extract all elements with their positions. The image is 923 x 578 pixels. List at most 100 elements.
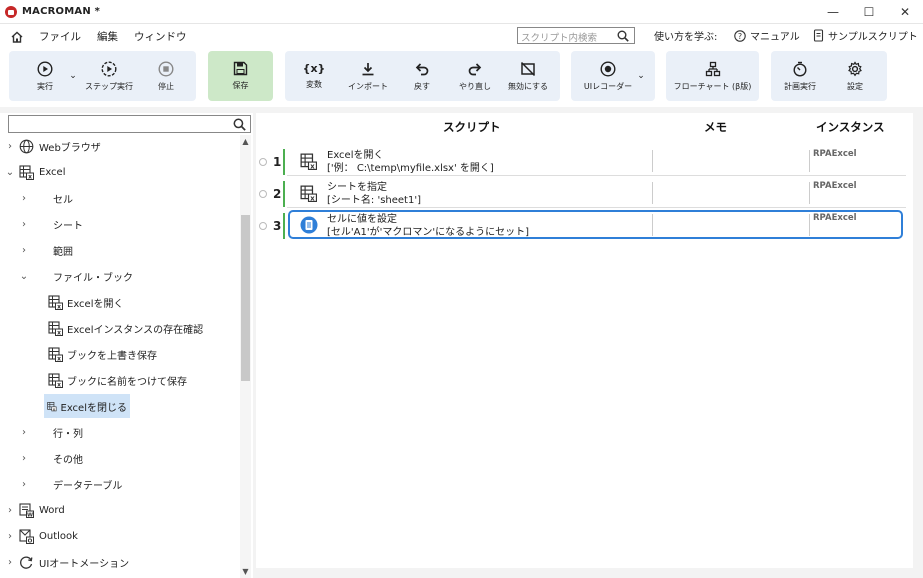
- tree-item-label: セル: [53, 194, 73, 206]
- gear-icon: [848, 60, 862, 76]
- stop-button[interactable]: 停止: [143, 51, 189, 101]
- chevron-right-icon[interactable]: ›: [19, 453, 29, 464]
- maximize-button[interactable]: ☐: [851, 0, 887, 24]
- chevron-right-icon[interactable]: ›: [5, 557, 15, 568]
- svg-text:x: x: [57, 329, 61, 336]
- minimize-button[interactable]: —: [815, 0, 851, 24]
- tree-item-range[interactable]: › 範囲: [19, 238, 73, 262]
- tree-item-overwrite-save[interactable]: x ブックを上書き保存: [45, 342, 160, 366]
- tree-item-label: Excelインスタンスの存在確認: [67, 324, 204, 336]
- variables-label: 変数: [306, 80, 322, 89]
- toolbar: 実行 ⌄ ステップ実行 停止 保存 {x} 変数 インポート 戻す やり直し 無…: [0, 49, 923, 107]
- ui-recorder-button[interactable]: UIレコーダー: [578, 51, 638, 101]
- svg-text:x: x: [310, 162, 315, 170]
- action-search-input[interactable]: [8, 115, 251, 133]
- row-handle-icon[interactable]: [259, 190, 267, 198]
- redo-button[interactable]: やり直し: [453, 51, 497, 101]
- row-number: 2: [273, 187, 282, 201]
- flowchart-button[interactable]: フローチャート (β版): [668, 51, 757, 101]
- step-run-button[interactable]: ステップ実行: [80, 51, 138, 101]
- save-button[interactable]: 保存: [208, 51, 273, 101]
- home-icon[interactable]: [10, 30, 24, 44]
- tree-item-outlook[interactable]: › O Outlook: [5, 524, 78, 548]
- chevron-right-icon[interactable]: ›: [19, 219, 29, 230]
- learn-label: 使い方を学ぶ:: [654, 32, 718, 43]
- disable-label: 無効にする: [507, 81, 549, 91]
- tree-item-ui-automation[interactable]: › UIオートメーション: [5, 550, 129, 574]
- tree-item-word[interactable]: › W Word: [5, 498, 65, 522]
- svg-text:x: x: [57, 355, 61, 362]
- manual-link[interactable]: ? マニュアル: [734, 28, 800, 43]
- tree-item-sheet[interactable]: › シート: [19, 212, 83, 236]
- flowchart-icon: [705, 61, 720, 76]
- close-button[interactable]: ✕: [887, 0, 923, 24]
- svg-text:O: O: [28, 538, 33, 544]
- svg-text:x: x: [28, 173, 32, 180]
- document-icon: [300, 216, 318, 234]
- script-row-selected[interactable]: 3 セルに値を設定 [セル'A1'が'マクロマン'になるようにセット] RPAE…: [256, 210, 906, 240]
- chevron-down-icon[interactable]: ⌄: [19, 271, 29, 282]
- variables-button[interactable]: {x} 変数: [290, 51, 338, 101]
- stop-label: 停止: [158, 81, 174, 91]
- tree-item-row-column[interactable]: › 行・列: [19, 420, 83, 444]
- tree-item-label: 範囲: [53, 246, 73, 258]
- tree-item-label: Excelを開く: [67, 298, 124, 310]
- recorder-chevron-down-icon: ⌄: [637, 71, 645, 81]
- undo-button[interactable]: 戻す: [400, 51, 444, 101]
- chevron-right-icon[interactable]: ›: [19, 427, 29, 438]
- script-row[interactable]: 2 x シートを指定 [シート名: 'sheet1'] RPAExcel: [256, 178, 906, 208]
- chevron-right-icon[interactable]: ›: [5, 505, 15, 516]
- tree-item-excel-instance-check[interactable]: x Excelインスタンスの存在確認: [45, 316, 206, 340]
- chevron-right-icon[interactable]: ›: [19, 479, 29, 490]
- action-tree-scrollbar[interactable]: ▲ ▼: [240, 135, 251, 578]
- row-instance: RPAExcel: [813, 181, 857, 191]
- tree-item-file-book[interactable]: ⌄ ファイル・ブック: [19, 264, 133, 288]
- tree-item-close-excel[interactable]: x Excelを閉じる: [44, 394, 130, 418]
- tree-item-cell[interactable]: › セル: [19, 186, 73, 210]
- recorder-dropdown[interactable]: ⌄: [634, 51, 648, 101]
- tree-item-other[interactable]: › その他: [19, 446, 83, 470]
- ui-automation-icon: [20, 555, 33, 569]
- search-icon[interactable]: [617, 30, 629, 42]
- tree-item-excel[interactable]: ⌄ x Excel: [5, 160, 66, 184]
- import-button[interactable]: インポート: [342, 51, 394, 101]
- script-row[interactable]: 1 x Excelを開く ['例： C:\temp\myfile.xlsx' を…: [256, 146, 906, 176]
- scrollbar-thumb[interactable]: [241, 215, 250, 381]
- disable-button[interactable]: 無効にする: [504, 51, 552, 101]
- chevron-right-icon[interactable]: ›: [19, 245, 29, 256]
- script-search-input[interactable]: スクリプト内検索: [517, 27, 635, 44]
- row-status-bar: [283, 181, 285, 207]
- menu-edit[interactable]: 編集: [97, 29, 118, 44]
- run-dropdown[interactable]: ⌄: [66, 51, 80, 101]
- menu-window[interactable]: ウィンドウ: [134, 29, 187, 44]
- row-handle-icon[interactable]: [259, 222, 267, 230]
- excel-icon: x: [300, 153, 317, 170]
- timer-icon: [793, 61, 807, 77]
- tree-item-label: その他: [53, 454, 83, 466]
- tree-item-open-excel[interactable]: x Excelを開く: [45, 290, 127, 314]
- run-button[interactable]: 実行: [20, 51, 70, 101]
- scroll-down-icon[interactable]: ▼: [240, 567, 251, 576]
- play-icon: [37, 60, 53, 77]
- sample-script-link[interactable]: サンプルスクリプト: [813, 28, 918, 43]
- schedule-button[interactable]: 計画実行: [775, 51, 825, 101]
- settings-button[interactable]: 設定: [833, 51, 877, 101]
- chevron-right-icon[interactable]: ›: [5, 141, 15, 152]
- chevron-right-icon[interactable]: ›: [19, 193, 29, 204]
- action-search-icon[interactable]: [233, 118, 246, 131]
- settings-label: 設定: [847, 81, 863, 91]
- tree-item-datatable[interactable]: › データテーブル: [19, 472, 122, 496]
- chevron-right-icon[interactable]: ›: [5, 531, 15, 542]
- row-handle-icon[interactable]: [259, 158, 267, 166]
- memo-column-header: メモ: [704, 120, 727, 134]
- row-instance: RPAExcel: [813, 149, 857, 159]
- tree-item-label: Word: [39, 504, 65, 516]
- scroll-up-icon[interactable]: ▲: [240, 137, 251, 146]
- tree-item-web-browser[interactable]: › Webブラウザ: [5, 134, 101, 158]
- row-detail: [セル'A1'が'マクロマン'になるようにセット]: [327, 227, 530, 238]
- chevron-down-icon: ⌄: [69, 71, 77, 81]
- chevron-down-icon[interactable]: ⌄: [5, 167, 15, 178]
- script-column-header: スクリプト: [443, 120, 501, 134]
- menu-file[interactable]: ファイル: [39, 29, 81, 44]
- tree-item-save-as[interactable]: x ブックに名前をつけて保存: [45, 368, 190, 392]
